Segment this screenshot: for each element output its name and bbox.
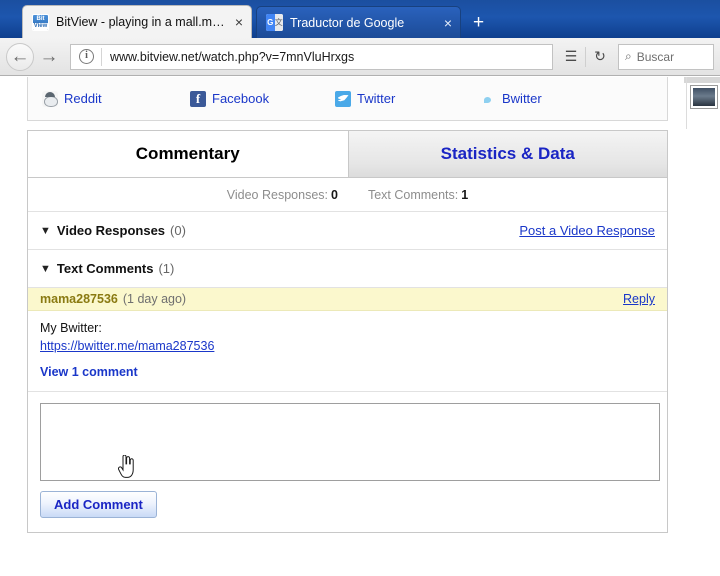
page-viewport: Reddit f Facebook Twitter Bwitter Commen… [0, 77, 720, 576]
chevron-down-icon[interactable]: ▼ [40, 263, 51, 275]
reload-icon[interactable]: ↻ [586, 44, 614, 70]
tab-bar: Bit View BitView - playing in a mall.mp4… [0, 0, 720, 38]
add-comment-button[interactable]: Add Comment [40, 491, 157, 518]
section-text-comments[interactable]: ▼ Text Comments (1) [28, 250, 667, 288]
favicon-line-1: G [266, 14, 275, 31]
view-more-comments-link[interactable]: View 1 comment [40, 365, 655, 389]
thumbnail-image [693, 88, 715, 106]
stats-summary: Video Responses: 0 Text Comments: 1 [28, 178, 667, 212]
share-twitter[interactable]: Twitter [335, 90, 480, 107]
commentary-panel: Video Responses: 0 Text Comments: 1 ▼ Vi… [27, 178, 668, 533]
comment-body: My Bwitter: https://bwitter.me/mama28753… [28, 311, 667, 391]
section-title: Video Responses [56, 223, 166, 238]
browser-window: Bit View BitView - playing in a mall.mp4… [0, 0, 720, 576]
comment-textarea[interactable] [40, 403, 660, 481]
comment-link[interactable]: https://bwitter.me/mama287536 [40, 339, 214, 353]
comment-item: mama287536 (1 day ago) Reply My Bwitter:… [28, 288, 667, 391]
url-text: www.bitview.net/watch.php?v=7mnVluHrxgs [110, 49, 355, 64]
navigation-toolbar: ← → i www.bitview.net/watch.php?v=7mnVlu… [0, 38, 720, 76]
related-video-thumbnail[interactable] [690, 85, 718, 109]
forward-icon[interactable]: → [34, 42, 64, 72]
reply-link[interactable]: Reply [623, 292, 655, 306]
twitter-icon [335, 90, 351, 107]
section-title: Text Comments [56, 261, 154, 276]
comment-text: My Bwitter: [40, 321, 102, 335]
comment-compose: Add Comment [28, 391, 667, 532]
browser-tab-bitview[interactable]: Bit View BitView - playing in a mall.mp4… [22, 5, 252, 38]
rail-top-bar [684, 77, 720, 83]
search-icon: ⌕ [625, 49, 632, 63]
close-icon[interactable]: × [444, 16, 452, 30]
new-tab-button[interactable]: + [473, 13, 484, 32]
reddit-icon [42, 90, 58, 107]
section-count: (1) [158, 261, 175, 276]
section-count: (0) [170, 223, 186, 238]
panel-tabs: Commentary Statistics & Data [27, 130, 668, 178]
video-responses-value: 0 [331, 187, 338, 202]
address-bar[interactable]: i www.bitview.net/watch.php?v=7mnVluHrxg… [70, 43, 553, 70]
share-label: Facebook [212, 91, 270, 106]
tab-commentary[interactable]: Commentary [28, 131, 348, 177]
browser-tab-title: BitView - playing in a mall.mp4 [56, 15, 225, 29]
share-bwitter[interactable]: Bwitter [480, 91, 542, 107]
share-label: Bwitter [502, 91, 542, 106]
share-facebook[interactable]: f Facebook [190, 90, 335, 107]
text-comments-label: Text Comments: [367, 187, 459, 202]
back-icon[interactable]: ← [6, 42, 34, 71]
sidebar-rail [684, 77, 720, 137]
text-comments-value: 1 [461, 187, 469, 202]
share-label: Twitter [357, 91, 396, 106]
close-icon[interactable]: × [235, 15, 243, 29]
post-video-response-link[interactable]: Post a Video Response [519, 223, 655, 238]
bitview-favicon: Bit View [32, 13, 49, 31]
comment-timestamp: (1 day ago) [122, 292, 187, 306]
favicon-line-1: Bit [36, 15, 45, 22]
facebook-icon: f [190, 90, 206, 107]
video-responses-label: Video Responses: [226, 187, 328, 202]
divider [101, 47, 102, 66]
bwitter-icon [480, 91, 496, 107]
comment-author[interactable]: mama287536 [40, 292, 118, 306]
section-video-responses[interactable]: ▼ Video Responses (0) Post a Video Respo… [28, 212, 667, 250]
browser-tab-google-translate[interactable]: G 文 Traductor de Google × [256, 6, 461, 38]
tab-statistics-and-data[interactable]: Statistics & Data [347, 131, 667, 177]
main-column: Reddit f Facebook Twitter Bwitter Commen… [27, 77, 668, 533]
comment-header: mama287536 (1 day ago) Reply [28, 288, 667, 311]
share-bar: Reddit f Facebook Twitter Bwitter [27, 77, 668, 121]
share-label: Reddit [64, 91, 102, 106]
reader-mode-icon[interactable]: ☰ [557, 44, 585, 70]
google-translate-favicon: G 文 [266, 14, 283, 31]
rail-divider [686, 77, 687, 129]
search-placeholder: Buscar [636, 49, 675, 64]
chevron-down-icon[interactable]: ▼ [40, 225, 51, 237]
favicon-line-2: View [33, 22, 48, 30]
favicon-line-2: 文 [274, 14, 283, 31]
search-input[interactable]: ⌕ Buscar [618, 43, 714, 70]
browser-tab-title: Traductor de Google [290, 15, 405, 30]
share-reddit[interactable]: Reddit [42, 90, 190, 107]
info-icon[interactable]: i [79, 49, 94, 64]
